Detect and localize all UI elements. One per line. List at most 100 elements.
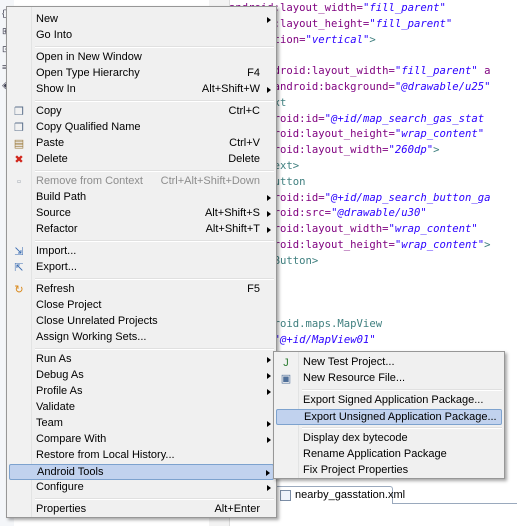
submenu-arrow-icon bbox=[267, 195, 271, 201]
menu-item-open-type-hierarchy[interactable]: Open Type Hierarchy F4 bbox=[9, 66, 274, 82]
menu-item-copy-qualified-name[interactable]: ❐ Copy Qualified Name bbox=[9, 120, 274, 136]
editor-tab-label: nearby_gasstation.xml bbox=[295, 489, 406, 501]
menu-item-import[interactable]: ⇲ Import... bbox=[9, 244, 274, 260]
menu-item-label: Run As bbox=[36, 353, 72, 365]
code-token: "vertical" bbox=[305, 33, 370, 46]
menu-item-new-test-project[interactable]: J New Test Project... bbox=[276, 355, 502, 371]
menu-item-shortcut: Alt+Shift+W bbox=[201, 83, 260, 95]
menu-item-label: Export... bbox=[36, 261, 77, 273]
remove-from-context-icon: ▫ bbox=[17, 176, 21, 188]
menu-item-refresh[interactable]: ↻ Refresh F5 bbox=[9, 282, 274, 298]
menu-item-label: Android Tools bbox=[37, 466, 104, 478]
menu-item-label: Refresh bbox=[36, 283, 75, 295]
menu-item-android-tools[interactable]: Android Tools bbox=[9, 464, 274, 480]
menu-item-shortcut: F5 bbox=[247, 283, 260, 295]
code-token: "260dp" bbox=[388, 144, 434, 157]
menu-item-show-in[interactable]: Show In Alt+Shift+W bbox=[9, 82, 274, 98]
menu-separator bbox=[35, 100, 274, 102]
menu-separator bbox=[35, 498, 274, 500]
code-token: "@+id/map_search_gas_stat bbox=[324, 112, 485, 125]
menu-item-label: Import... bbox=[36, 245, 77, 257]
menu-item-compare-with[interactable]: Compare With bbox=[9, 432, 274, 448]
menu-item-fix-project-properties[interactable]: Fix Project Properties bbox=[276, 463, 502, 479]
code-token: > bbox=[484, 239, 491, 251]
menu-item-label: Display dex bytecode bbox=[303, 432, 408, 444]
menu-item-export-signed-application-package[interactable]: Export Signed Application Package... bbox=[276, 393, 502, 409]
menu-item-label: Debug As bbox=[36, 369, 84, 381]
menu-item-label: Copy bbox=[36, 105, 62, 117]
menu-item-configure[interactable]: Configure bbox=[9, 480, 274, 496]
menu-item-assign-working-sets[interactable]: Assign Working Sets... bbox=[9, 330, 274, 346]
menu-item-shortcut: Alt+Shift+S bbox=[204, 207, 260, 219]
menu-item-source[interactable]: Source Alt+Shift+S bbox=[9, 206, 274, 222]
menu-item-label: Compare With bbox=[36, 433, 107, 445]
menu-item-copy[interactable]: ❐ Copy Ctrl+C bbox=[9, 104, 274, 120]
menu-item-export[interactable]: ⇱ Export... bbox=[9, 260, 274, 276]
menu-item-shortcut: Alt+Shift+T bbox=[205, 223, 260, 235]
menu-item-label: Go Into bbox=[36, 29, 73, 41]
menu-item-label: Properties bbox=[36, 503, 87, 515]
menu-item-label: Remove from Context bbox=[36, 175, 143, 187]
editor-tab-nearby-gasstation[interactable]: nearby_gasstation.xml bbox=[275, 486, 405, 504]
code-token: "@drawable/u25" bbox=[394, 81, 491, 93]
menu-item-label: Open Type Hierarchy bbox=[36, 67, 140, 79]
code-token: > bbox=[433, 144, 440, 157]
menu-item-paste[interactable]: ▤ Paste Ctrl+V bbox=[9, 136, 274, 152]
menu-separator bbox=[35, 46, 274, 48]
menu-item-open-in-new-window[interactable]: Open in New Window bbox=[9, 50, 274, 66]
menu-item-shortcut: Ctrl+C bbox=[228, 105, 260, 117]
menu-item-export-unsigned-application-package[interactable]: Export Unsigned Application Package... bbox=[276, 409, 502, 425]
new-test-project-icon: J bbox=[283, 357, 289, 369]
code-token: "wrap_content" bbox=[394, 239, 485, 251]
menu-separator bbox=[302, 389, 502, 391]
submenu-arrow-icon bbox=[267, 87, 271, 93]
menu-item-delete[interactable]: ✖ Delete Delete bbox=[9, 152, 274, 168]
menu-item-label: New Resource File... bbox=[303, 372, 406, 384]
menu-item-remove-from-context[interactable]: ▫ Remove from Context Ctrl+Alt+Shift+Down bbox=[9, 174, 274, 190]
menu-item-new[interactable]: New bbox=[9, 12, 274, 28]
code-token: "fill_parent" bbox=[362, 2, 446, 14]
menu-item-label: Show In bbox=[36, 83, 76, 95]
code-token: "fill_parent" bbox=[394, 65, 485, 78]
new-resource-file-icon: ▣ bbox=[280, 373, 292, 385]
menu-item-shortcut: Ctrl+Alt+Shift+Down bbox=[160, 175, 260, 187]
menu-item-label: Build Path bbox=[36, 191, 87, 203]
menu-item-go-into[interactable]: Go Into bbox=[9, 28, 274, 44]
code-token: "fill_parent" bbox=[369, 17, 453, 30]
submenu-arrow-icon bbox=[266, 470, 270, 476]
menu-item-label: Close Unrelated Projects bbox=[36, 315, 158, 327]
submenu-arrow-icon bbox=[267, 211, 271, 217]
menu-item-close-project[interactable]: Close Project bbox=[9, 298, 274, 314]
menu-item-shortcut: Ctrl+V bbox=[229, 137, 260, 149]
menu-item-label: New Test Project... bbox=[303, 356, 395, 368]
menu-item-run-as[interactable]: Run As bbox=[9, 352, 274, 368]
code-token: "@+id/map_search_button_ga bbox=[324, 191, 491, 204]
menu-item-label: Export Unsigned Application Package... bbox=[304, 411, 497, 423]
submenu-arrow-icon bbox=[267, 421, 271, 427]
submenu-arrow-icon bbox=[267, 389, 271, 395]
menu-item-label: Open in New Window bbox=[36, 51, 142, 63]
menu-item-close-unrelated-projects[interactable]: Close Unrelated Projects bbox=[9, 314, 274, 330]
code-token: "wrap_content" bbox=[394, 128, 485, 141]
menu-item-label: Delete bbox=[36, 153, 68, 165]
code-token: "@drawable/u30" bbox=[331, 207, 427, 220]
copy-icon: ❐ bbox=[14, 106, 24, 118]
menu-item-build-path[interactable]: Build Path bbox=[9, 190, 274, 206]
menu-separator bbox=[35, 170, 274, 172]
menu-item-label: New bbox=[36, 13, 59, 25]
menu-item-refactor[interactable]: Refactor Alt+Shift+T bbox=[9, 222, 274, 238]
menu-item-display-dex-bytecode[interactable]: Display dex bytecode bbox=[276, 431, 502, 447]
menu-item-restore-from-local-history[interactable]: Restore from Local History... bbox=[9, 448, 274, 464]
menu-separator bbox=[35, 278, 274, 280]
submenu-arrow-icon bbox=[267, 485, 271, 491]
menu-item-properties[interactable]: Properties Alt+Enter bbox=[9, 502, 274, 518]
menu-item-profile-as[interactable]: Profile As bbox=[9, 384, 274, 400]
code-token: > bbox=[369, 33, 376, 46]
menu-item-new-resource-file[interactable]: ▣ New Resource File... bbox=[276, 371, 502, 387]
menu-item-team[interactable]: Team bbox=[9, 416, 274, 432]
menu-item-label: Profile As bbox=[36, 385, 83, 397]
menu-item-validate[interactable]: Validate bbox=[9, 400, 274, 416]
menu-item-label: Source bbox=[36, 207, 71, 219]
menu-item-rename-application-package[interactable]: Rename Application Package bbox=[276, 447, 502, 463]
menu-item-debug-as[interactable]: Debug As bbox=[9, 368, 274, 384]
